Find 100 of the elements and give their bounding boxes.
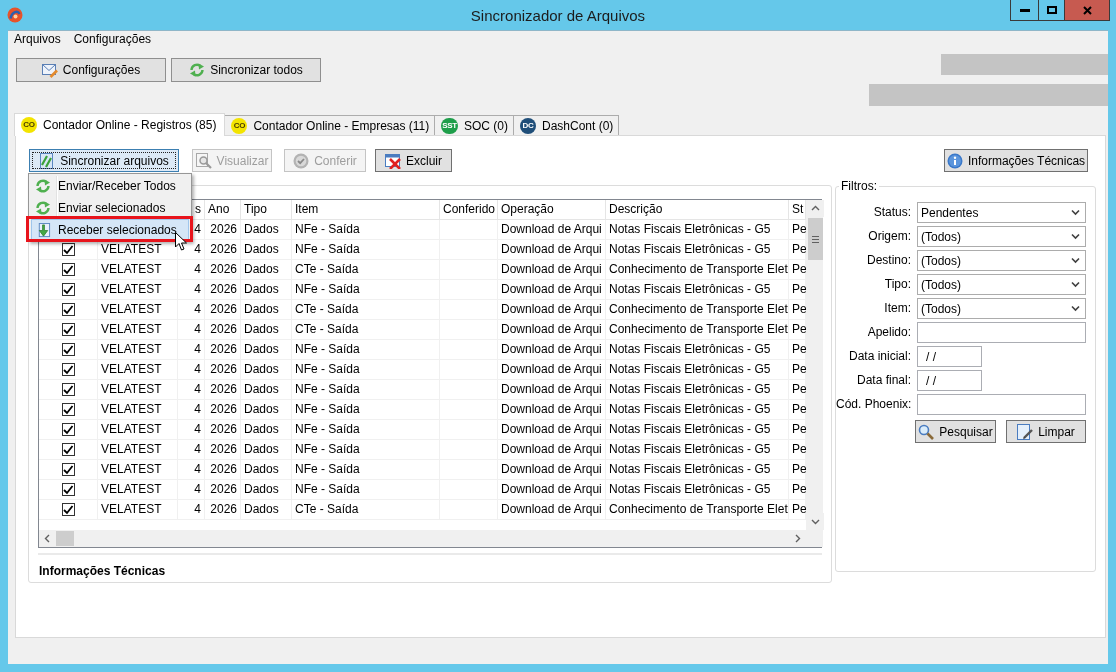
window-title: Sincronizador de Arquivos xyxy=(470,6,646,24)
checkbox[interactable] xyxy=(61,323,75,336)
table-cell: Dados xyxy=(241,500,292,520)
column-header[interactable]: Descrição xyxy=(606,200,789,220)
dropdown[interactable]: Pendentes xyxy=(917,202,1086,223)
dropdown[interactable]: (Todos) xyxy=(917,274,1086,295)
app-logo-icon xyxy=(7,7,23,23)
checkbox[interactable] xyxy=(61,303,75,316)
toolbar-button[interactable]: Configurações xyxy=(16,58,166,82)
column-header[interactable]: Operação xyxy=(498,200,606,220)
sync-icon xyxy=(35,200,51,216)
tab[interactable]: SST SOC (0) xyxy=(434,115,514,135)
action-button[interactable]: Excluir xyxy=(375,149,452,172)
check-icon xyxy=(62,344,74,355)
sync-files-icon xyxy=(39,152,56,169)
table-cell: Conhecimento de Transporte Elet xyxy=(606,320,789,340)
table-cell: Download de Arqui xyxy=(498,400,606,420)
menu-item[interactable]: Arquivos xyxy=(8,31,68,48)
checkbox[interactable] xyxy=(61,403,75,416)
date-field[interactable]: / / xyxy=(917,370,982,391)
filter-button[interactable]: Limpar xyxy=(1006,420,1086,443)
field-label: Origem: xyxy=(867,228,911,245)
chevron-right-icon xyxy=(793,534,802,543)
table-cell: Dados xyxy=(241,480,292,500)
table-cell: Notas Fiscais Eletrônicas - G5 xyxy=(606,400,789,420)
table-cell: 2026 xyxy=(205,240,241,260)
tab[interactable]: CO Contador Online - Registros (85) xyxy=(14,113,226,136)
column-header[interactable]: Tipo xyxy=(241,200,292,220)
check-icon xyxy=(62,444,74,455)
table-cell: VELATEST xyxy=(98,380,178,400)
table-cell: NFe - Saída xyxy=(292,480,440,500)
document-pencil-icon xyxy=(1017,423,1034,440)
chevron-up-icon xyxy=(811,204,820,213)
filter-button[interactable]: Pesquisar xyxy=(915,420,996,443)
checkbox[interactable] xyxy=(61,283,75,296)
checkbox[interactable] xyxy=(61,383,75,396)
tab-label: Contador Online - Registros (85) xyxy=(43,118,217,132)
table-cell: Dados xyxy=(241,400,292,420)
table-cell: Notas Fiscais Eletrônicas - G5 xyxy=(606,480,789,500)
toolbar-button[interactable]: Sincronizar todos xyxy=(171,58,321,82)
table-cell: 2026 xyxy=(205,320,241,340)
column-header[interactable]: Conferido xyxy=(440,200,498,220)
column-header[interactable]: Item xyxy=(292,200,440,220)
checkbox[interactable] xyxy=(61,483,75,496)
table-cell: 4 xyxy=(178,480,205,500)
info-button[interactable]: Informações Técnicas xyxy=(944,149,1088,172)
tab[interactable]: DC DashCont (0) xyxy=(512,115,620,135)
table-cell: Download de Arqui xyxy=(498,240,606,260)
menu-item[interactable]: Enviar selecionados xyxy=(31,197,189,219)
dropdown[interactable]: (Todos) xyxy=(917,250,1086,271)
checkbox[interactable] xyxy=(61,263,75,276)
logo-badge: DC xyxy=(519,117,536,134)
column-header[interactable]: Ano xyxy=(205,200,241,220)
close-button[interactable] xyxy=(1064,0,1110,21)
table-cell: Notas Fiscais Eletrônicas - G5 xyxy=(606,220,789,240)
table-cell: Conhecimento de Transporte Elet xyxy=(606,260,789,280)
input-field[interactable] xyxy=(917,322,1086,343)
table-cell: NFe - Saída xyxy=(292,460,440,480)
horizontal-scrollbar[interactable] xyxy=(39,530,806,547)
envelope-icon xyxy=(41,62,58,78)
input-field[interactable] xyxy=(917,394,1086,415)
checkbox[interactable] xyxy=(61,243,75,256)
table-cell: Download de Arqui xyxy=(498,300,606,320)
table-cell: 4 xyxy=(178,340,205,360)
table-cell: Notas Fiscais Eletrônicas - G5 xyxy=(606,280,789,300)
checkbox[interactable] xyxy=(61,463,75,476)
checkbox[interactable] xyxy=(61,503,75,516)
table-cell: CTe - Saída xyxy=(292,300,440,320)
checkbox[interactable] xyxy=(61,443,75,456)
scroll-thumb[interactable] xyxy=(56,531,74,546)
vertical-scrollbar[interactable] xyxy=(806,200,823,530)
chevron-down-icon xyxy=(1071,233,1080,240)
minimize-icon xyxy=(1019,8,1030,12)
checkbox[interactable] xyxy=(61,343,75,356)
scroll-thumb[interactable] xyxy=(808,218,823,260)
download-icon xyxy=(35,222,51,238)
table-cell: 2026 xyxy=(205,220,241,240)
table-cell: 2026 xyxy=(205,480,241,500)
checkbox[interactable] xyxy=(61,363,75,376)
table-cell: VELATEST xyxy=(98,300,178,320)
date-field[interactable]: / / xyxy=(917,346,982,367)
table-cell: NFe - Saída xyxy=(292,420,440,440)
action-button[interactable]: Sincronizar arquivos xyxy=(29,149,179,172)
check-icon xyxy=(62,424,74,435)
dropdown[interactable]: (Todos) xyxy=(917,298,1086,319)
dropdown[interactable]: (Todos) xyxy=(917,226,1086,247)
table-cell: Dados xyxy=(241,340,292,360)
menu-item[interactable]: Enviar/Receber Todos xyxy=(31,175,189,197)
table-cell: NFe - Saída xyxy=(292,380,440,400)
check-circle-icon xyxy=(293,152,310,169)
table-cell: NFe - Saída xyxy=(292,220,440,240)
table-cell: Download de Arqui xyxy=(498,480,606,500)
check-icon xyxy=(62,304,74,315)
menu-item[interactable]: Configurações xyxy=(67,31,159,48)
tab[interactable]: CO Contador Online - Empresas (11) xyxy=(224,115,436,135)
checkbox[interactable] xyxy=(61,423,75,436)
minimize-button[interactable] xyxy=(1010,0,1039,21)
check-icon xyxy=(62,484,74,495)
field-label: Data inicial: xyxy=(847,348,911,365)
table-cell: Dados xyxy=(241,240,292,260)
